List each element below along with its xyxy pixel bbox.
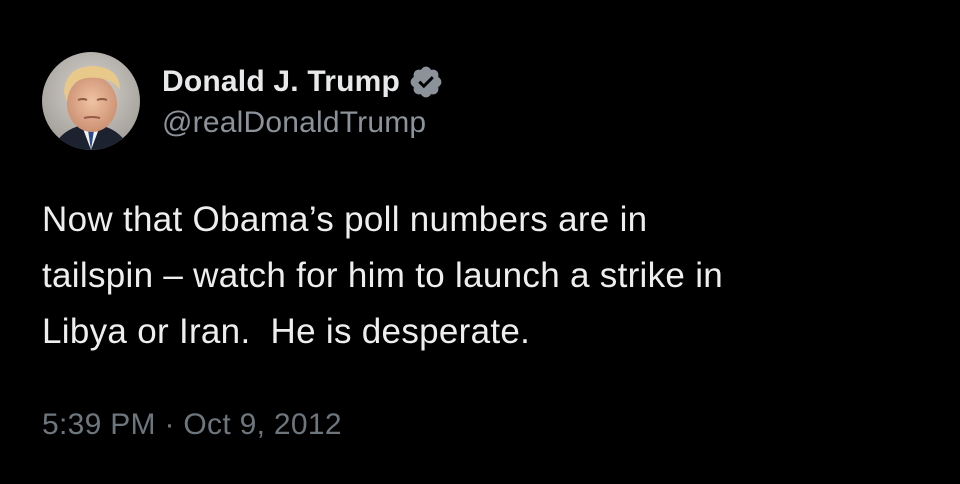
tweet-card: Donald J. Trump @realDonaldTrump Now tha…	[0, 0, 960, 484]
tweet-header: Donald J. Trump @realDonaldTrump	[42, 52, 444, 150]
meta-separator: ·	[164, 408, 175, 441]
user-handle[interactable]: @realDonaldTrump	[162, 106, 444, 140]
tweet-date: Oct 9, 2012	[183, 408, 342, 441]
name-row: Donald J. Trump	[162, 62, 444, 102]
avatar[interactable]	[42, 52, 140, 150]
user-names: Donald J. Trump @realDonaldTrump	[162, 62, 444, 140]
display-name[interactable]: Donald J. Trump	[162, 65, 400, 99]
tweet-timestamp[interactable]: 5:39 PM · Oct 9, 2012	[42, 408, 342, 442]
verified-badge-icon[interactable]	[408, 64, 444, 100]
tweet-text-line: Now that Obama’s poll numbers are in	[42, 200, 648, 239]
tweet-text-line: tailspin – watch for him to launch a str…	[42, 256, 724, 295]
tweet-text-line: Libya or Iran. He is desperate.	[42, 312, 531, 351]
tweet-time: 5:39 PM	[42, 408, 156, 441]
avatar-image	[42, 52, 140, 150]
tweet-text: Now that Obama’s poll numbers are in tai…	[42, 192, 932, 360]
